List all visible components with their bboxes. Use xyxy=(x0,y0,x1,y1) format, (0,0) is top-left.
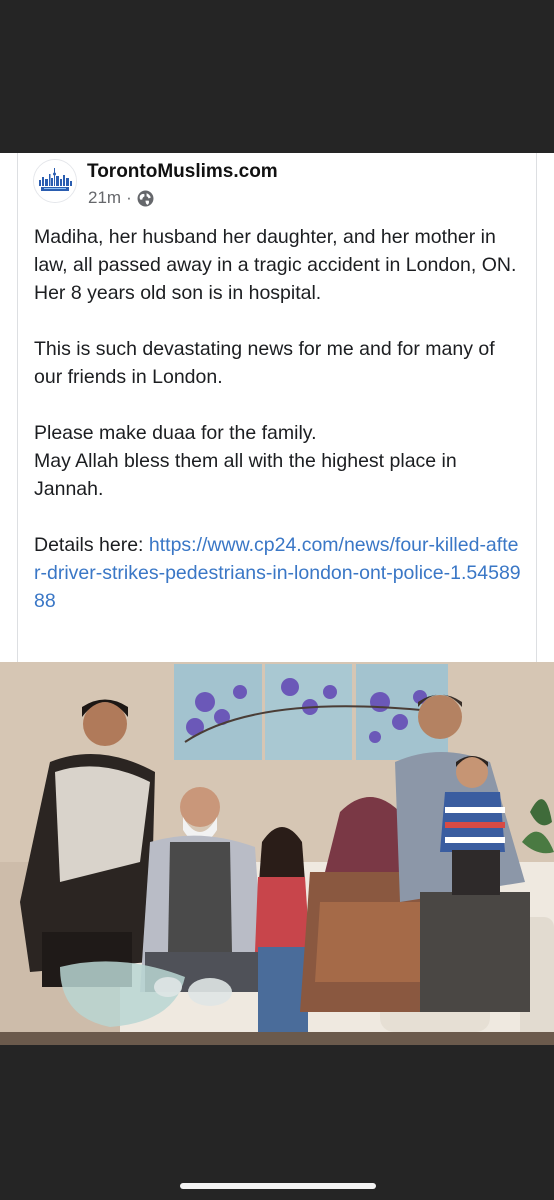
post-line: Please make duaa for the family. xyxy=(34,422,317,444)
post-line: This is such devastating news for me and… xyxy=(34,338,495,388)
globe-icon[interactable] xyxy=(137,190,154,207)
page-name-link[interactable]: TorontoMuslims.com xyxy=(87,161,278,183)
post-paragraph-1: Madiha, her husband her daughter, and he… xyxy=(34,223,524,307)
details-label: Details here: xyxy=(34,534,149,556)
post-line: May Allah bless them all with the highes… xyxy=(34,450,457,500)
post-line: Her 8 years old son is in hospital. xyxy=(34,282,322,304)
facebook-post-card: TorontoMuslims.com 21m · Madiha, her hus… xyxy=(0,153,554,1184)
post-paragraph-3: Please make duaa for the family. May All… xyxy=(34,419,524,503)
post-paragraph-details: Details here: https://www.cp24.com/news/… xyxy=(34,531,524,615)
post-timestamp[interactable]: 21m xyxy=(88,188,121,208)
post-body: Madiha, her husband her daughter, and he… xyxy=(34,223,524,615)
post-paragraph-2: This is such devastating news for me and… xyxy=(34,335,524,391)
post-line: Madiha, her husband her daughter, and he… xyxy=(34,226,517,276)
home-indicator[interactable] xyxy=(180,1183,376,1189)
meta-separator: · xyxy=(126,188,132,207)
post-meta: 21m · xyxy=(88,188,154,208)
page-avatar[interactable] xyxy=(33,159,77,203)
toronto-skyline-logo-icon xyxy=(34,160,76,202)
screen-bottom-area xyxy=(0,1045,554,1200)
screen-top-area xyxy=(0,0,554,153)
